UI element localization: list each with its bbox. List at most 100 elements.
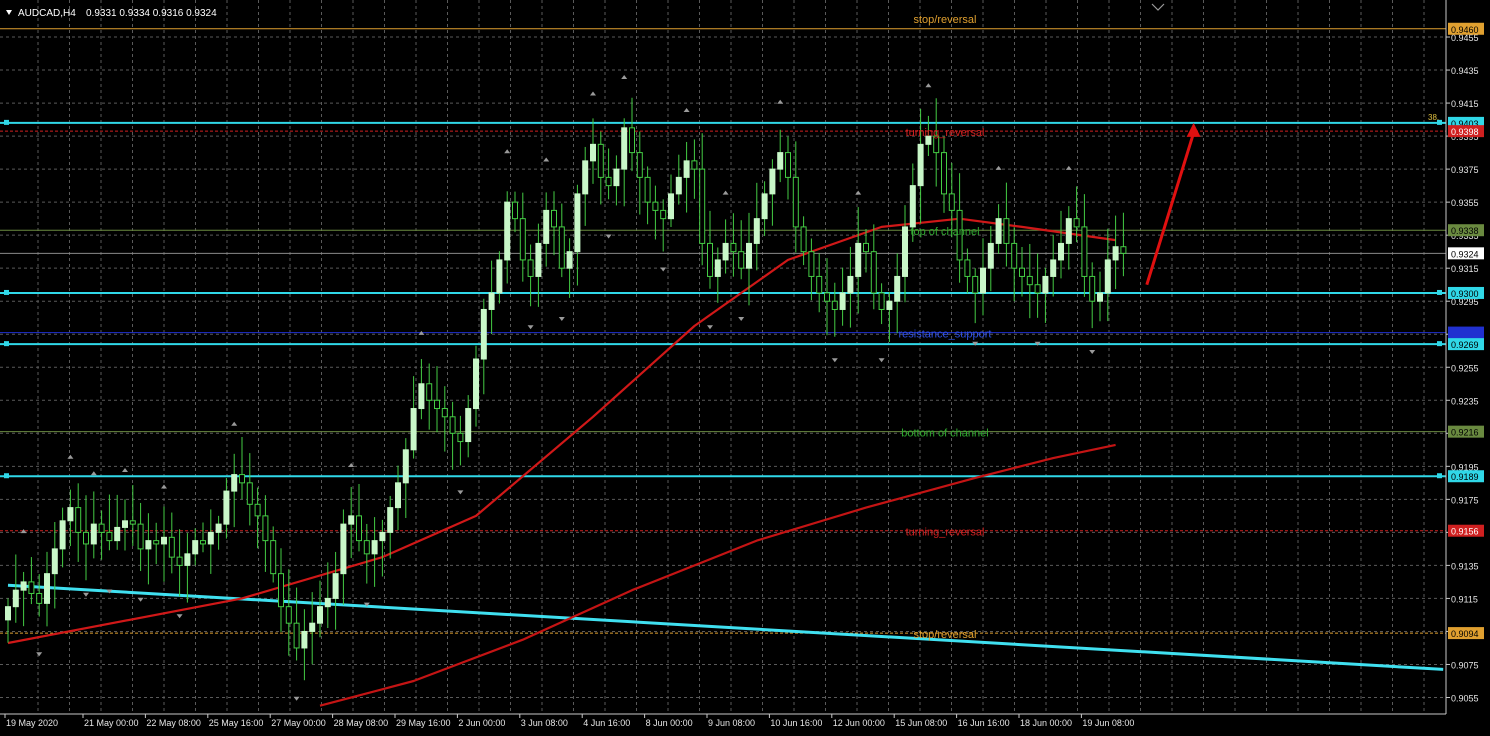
- candle-body: [917, 143, 924, 187]
- candle-body: [980, 267, 986, 294]
- candle-body: [1065, 218, 1072, 244]
- level-label: stop/reversal: [914, 14, 977, 26]
- candle-body: [535, 242, 542, 277]
- candle-body: [824, 292, 830, 302]
- candle-body: [527, 259, 534, 277]
- candle-body: [574, 193, 581, 253]
- candle-body: [340, 523, 347, 575]
- candle-body: [738, 251, 745, 269]
- candle-body: [12, 589, 19, 608]
- candle-body: [28, 581, 35, 594]
- y-tick-label: 0.9075: [1451, 660, 1479, 670]
- candle-body: [215, 523, 222, 533]
- candle-body: [761, 193, 768, 220]
- candle-body: [418, 383, 425, 410]
- candle-body: [613, 168, 620, 187]
- candle-body: [753, 218, 760, 244]
- candle-body: [293, 622, 300, 649]
- candle-body: [98, 523, 105, 533]
- candle-body: [114, 526, 121, 542]
- candle-body: [434, 399, 440, 410]
- x-tick-label: 21 May 00:00: [84, 718, 139, 728]
- candle-body: [192, 540, 199, 555]
- candle-body: [948, 193, 955, 211]
- candle-body: [769, 168, 776, 195]
- x-tick-label: 8 Jun 00:00: [646, 718, 693, 728]
- candle-body: [886, 300, 893, 310]
- candle-body: [1034, 284, 1041, 294]
- x-tick-label: 18 Jun 00:00: [1020, 718, 1072, 728]
- x-tick-label: 19 May 2020: [6, 718, 58, 728]
- candle-body: [707, 242, 713, 277]
- ohlc-label: 0.9331 0.9334 0.9316 0.9324: [86, 8, 217, 19]
- candle-body: [83, 531, 89, 545]
- candle-body: [395, 482, 401, 509]
- price-chart[interactable]: stop/reversal38.turning_reversaltop of c…: [0, 0, 1490, 736]
- candle-body: [1050, 259, 1057, 277]
- candle-body: [792, 176, 799, 228]
- x-tick-label: 29 May 16:00: [396, 718, 451, 728]
- candle-body: [324, 597, 331, 608]
- price-tag-label: 0.9094: [1451, 629, 1479, 639]
- candle-body: [387, 507, 394, 533]
- price-tag-label: 0.9338: [1451, 226, 1479, 236]
- candle-body: [1089, 275, 1096, 302]
- candle-body: [168, 536, 175, 558]
- candle-body: [1120, 246, 1127, 254]
- candle-body: [629, 127, 635, 154]
- level-note: 38.: [1428, 113, 1439, 122]
- level-handle: [1437, 289, 1442, 295]
- candle-body: [551, 209, 557, 228]
- price-tag-label: 0.9216: [1451, 428, 1479, 438]
- candle-body: [566, 251, 573, 269]
- y-tick-label: 0.9375: [1451, 165, 1479, 175]
- candle-body: [332, 573, 339, 599]
- candle-body: [512, 201, 518, 220]
- level-label: resistance_support: [899, 329, 992, 341]
- candle-body: [1112, 246, 1119, 261]
- candle-body: [605, 176, 612, 187]
- candle-body: [1019, 267, 1025, 277]
- candle-body: [379, 531, 386, 542]
- candle-body: [831, 300, 838, 310]
- candle-body: [652, 201, 659, 211]
- candle-body: [1073, 218, 1080, 228]
- level-label: stop/reversal: [914, 629, 977, 641]
- x-tick-label: 4 Jun 16:00: [583, 718, 630, 728]
- candle-body: [176, 556, 183, 566]
- candle-body: [660, 209, 667, 220]
- candle-body: [426, 383, 433, 401]
- candle-body: [44, 573, 50, 604]
- candle-body: [59, 520, 66, 550]
- candle-body: [636, 152, 643, 178]
- candle-body: [902, 226, 908, 277]
- candle-body: [254, 503, 261, 517]
- candle-body: [1011, 242, 1018, 269]
- candle-body: [137, 523, 144, 550]
- candle-body: [67, 507, 74, 522]
- candle-body: [1081, 226, 1088, 277]
- y-tick-label: 0.9415: [1451, 99, 1479, 109]
- y-tick-label: 0.9355: [1451, 198, 1479, 208]
- candle-body: [808, 251, 815, 277]
- y-tick-label: 0.9055: [1451, 693, 1479, 703]
- candle-body: [1104, 259, 1111, 294]
- y-tick-label: 0.9135: [1451, 561, 1479, 571]
- candle-body: [223, 490, 230, 525]
- candle-body: [558, 226, 565, 269]
- price-tag-label: 0.9300: [1451, 289, 1479, 299]
- candle-body: [441, 408, 448, 418]
- candle-body: [519, 218, 526, 261]
- candle-body: [106, 531, 113, 542]
- candle-body: [1042, 275, 1049, 294]
- candle-body: [207, 531, 214, 545]
- candle-body: [785, 152, 791, 178]
- x-tick-label: 27 May 00:00: [271, 718, 326, 728]
- candle-body: [730, 242, 737, 253]
- candle-body: [473, 358, 479, 410]
- candle-body: [200, 540, 206, 545]
- candle-body: [987, 242, 994, 269]
- x-tick-label: 19 Jun 08:00: [1082, 718, 1134, 728]
- candle-body: [746, 242, 752, 269]
- candle-body: [863, 242, 869, 253]
